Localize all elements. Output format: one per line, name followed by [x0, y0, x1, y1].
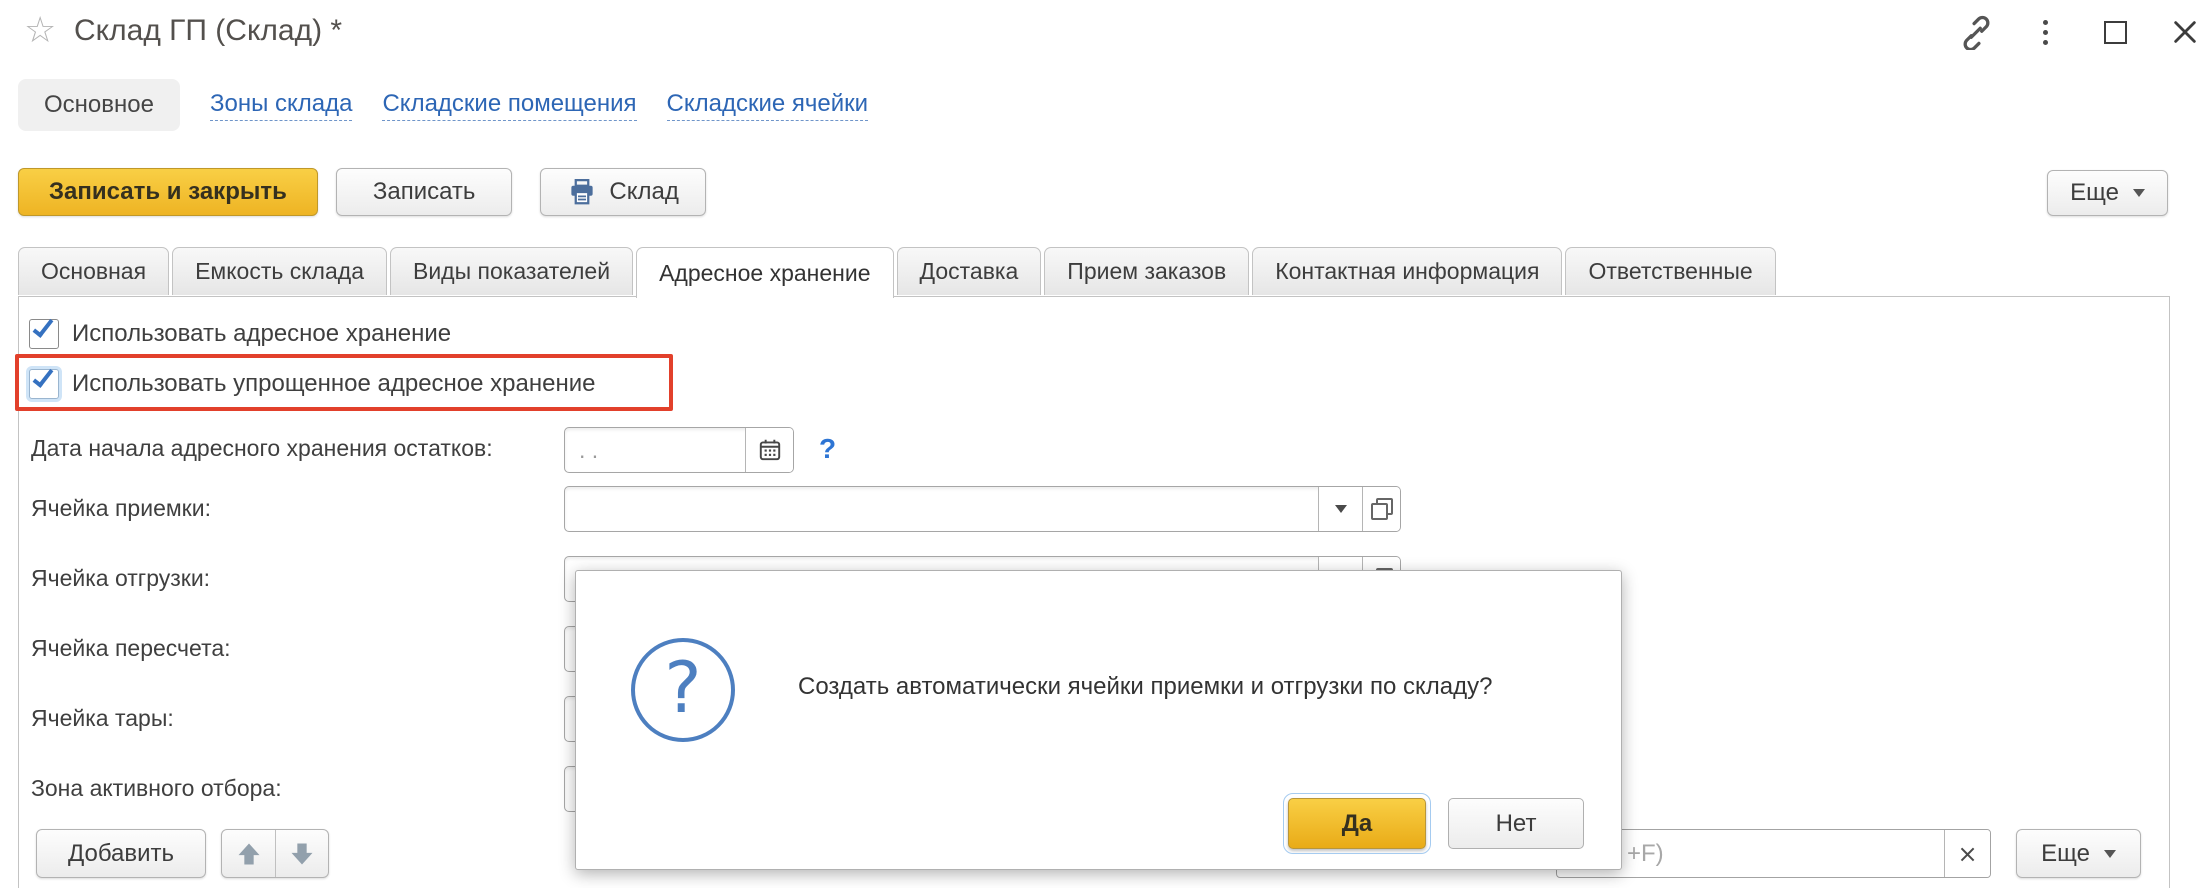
print-warehouse-button[interactable]: Склад: [540, 168, 705, 216]
tab-delivery[interactable]: Доставка: [897, 247, 1042, 295]
help-icon[interactable]: ?: [819, 433, 836, 465]
copy-link-icon[interactable]: [1956, 13, 1994, 51]
start-date-label: Дата начала адресного хранения остатков:: [31, 435, 493, 462]
close-icon[interactable]: [2166, 13, 2204, 51]
nav-item-main[interactable]: Основное: [18, 79, 180, 131]
dialog-message: Создать автоматически ячейки приемки и о…: [798, 671, 1598, 703]
recount-cell-label: Ячейка пересчета:: [31, 635, 231, 662]
calendar-icon[interactable]: [745, 428, 793, 472]
list-more-button[interactable]: Еще: [2016, 829, 2141, 878]
receiving-cell-field: [564, 486, 1401, 532]
tab-responsible[interactable]: Ответственные: [1565, 247, 1775, 295]
save-and-close-button[interactable]: Записать и закрыть: [18, 168, 318, 216]
window-controls: [1956, 10, 2204, 54]
move-down-icon[interactable]: [275, 830, 328, 877]
nav-link-warehouse-zones[interactable]: Зоны склада: [210, 90, 353, 121]
nav-link-warehouse-cells[interactable]: Складские ячейки: [667, 90, 869, 121]
add-button[interactable]: Добавить: [36, 829, 206, 878]
open-list-icon[interactable]: [1362, 487, 1400, 531]
save-button[interactable]: Записать: [336, 168, 513, 216]
receiving-cell-input[interactable]: [565, 487, 1318, 531]
active-zone-label: Зона активного отбора:: [31, 775, 282, 802]
tab-indicator-types[interactable]: Виды показателей: [390, 247, 633, 295]
checkmark-icon: [33, 315, 54, 338]
tab-main[interactable]: Основная: [18, 247, 169, 295]
checkbox-row-addressed-storage: Использовать адресное хранение: [29, 317, 451, 351]
command-toolbar: Записать и закрыть Записать Склад: [18, 168, 706, 216]
tab-contact-info[interactable]: Контактная информация: [1252, 247, 1562, 295]
nav-links-row: Основное Зоны склада Складские помещения…: [18, 78, 868, 132]
kebab-menu-icon[interactable]: [2026, 13, 2064, 51]
window-title: Склад ГП (Склад) *: [74, 14, 342, 48]
start-date-field: . .: [564, 427, 794, 473]
clear-search-icon[interactable]: ×: [1944, 830, 1990, 877]
tab-capacity[interactable]: Емкость склада: [172, 247, 387, 295]
dialog-no-button[interactable]: Нет: [1448, 798, 1584, 849]
container-cell-label: Ячейка тары:: [31, 705, 174, 732]
use-addressed-storage-checkbox[interactable]: [29, 319, 59, 349]
dialog-yes-button[interactable]: Да: [1288, 798, 1426, 849]
annotation-highlight: [15, 354, 673, 411]
tab-addressed-storage[interactable]: Адресное хранение: [636, 247, 893, 298]
favorite-star-icon[interactable]: ☆: [24, 10, 56, 51]
start-date-input[interactable]: . .: [565, 428, 745, 472]
receiving-cell-label: Ячейка приемки:: [31, 495, 211, 522]
printer-icon: [567, 177, 597, 207]
chevron-down-icon: [2133, 189, 2145, 197]
chevron-down-icon: [2104, 850, 2116, 858]
dropdown-arrow-icon[interactable]: [1318, 487, 1362, 531]
shipping-cell-label: Ячейка отгрузки:: [31, 565, 210, 592]
maximize-icon[interactable]: [2096, 13, 2134, 51]
tab-order-reception[interactable]: Прием заказов: [1044, 247, 1249, 295]
move-buttons: [221, 829, 329, 878]
toolbar-more-button[interactable]: Еще: [2047, 170, 2168, 216]
tab-strip: Основная Емкость склада Виды показателей…: [18, 247, 1776, 298]
move-up-icon[interactable]: [222, 830, 275, 877]
confirmation-dialog: ? Создать автоматически ячейки приемки и…: [575, 570, 1622, 870]
question-icon: ?: [631, 638, 735, 742]
nav-link-warehouse-rooms[interactable]: Складские помещения: [382, 90, 636, 121]
